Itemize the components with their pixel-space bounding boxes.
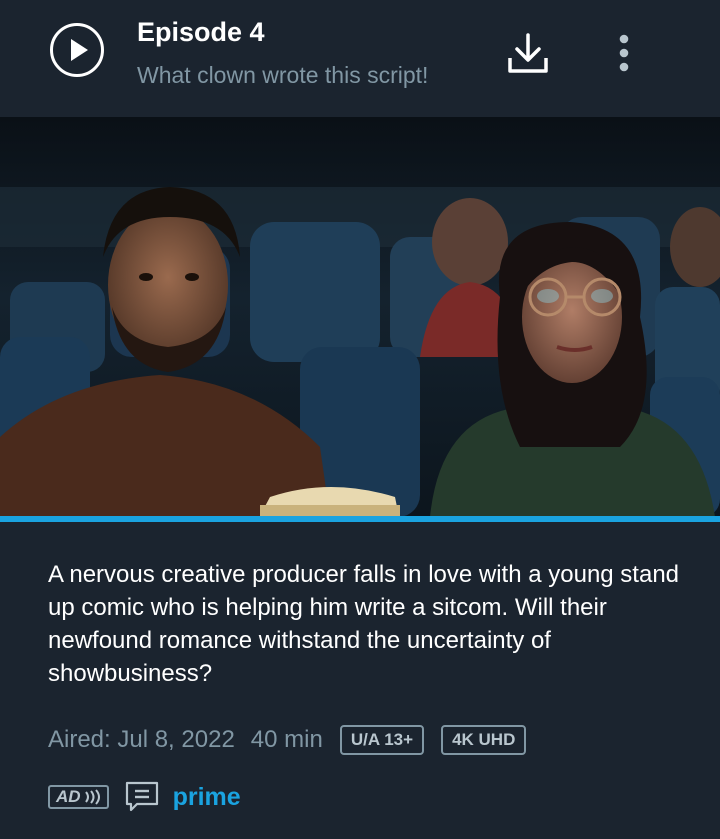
maturity-rating-badge: U/A 13+ bbox=[339, 725, 425, 755]
watch-progress-bar bbox=[0, 516, 720, 522]
episode-features: AD prime bbox=[48, 780, 241, 814]
play-button[interactable] bbox=[50, 23, 104, 77]
download-icon bbox=[508, 33, 548, 73]
aired-date: Aired: Jul 8, 2022 bbox=[48, 726, 235, 753]
more-vertical-icon bbox=[619, 34, 629, 72]
episode-duration: 40 min bbox=[250, 726, 323, 753]
episode-meta: Aired: Jul 8, 2022 40 min U/A 13+ 4K UHD bbox=[48, 723, 527, 757]
play-icon bbox=[71, 39, 88, 61]
episode-description: A nervous creative producer falls in lov… bbox=[48, 561, 680, 687]
thumbnail-image bbox=[0, 117, 720, 517]
audio-description-label: AD bbox=[56, 787, 81, 806]
audio-description-icon: AD bbox=[48, 785, 109, 809]
episode-thumbnail[interactable] bbox=[0, 117, 720, 517]
episode-title: Episode 4 bbox=[137, 17, 265, 47]
episode-subtitle: What clown wrote this script! bbox=[137, 62, 429, 88]
audio-waves-icon bbox=[84, 789, 100, 805]
episode-header: Episode 4 What clown wrote this script! bbox=[0, 0, 720, 117]
quality-badge: 4K UHD bbox=[441, 725, 527, 755]
watch-progress-fill bbox=[0, 516, 720, 522]
download-button[interactable] bbox=[505, 32, 551, 76]
prime-logo: prime bbox=[172, 782, 241, 811]
subtitles-icon bbox=[125, 781, 158, 812]
more-options-button[interactable] bbox=[612, 34, 636, 74]
